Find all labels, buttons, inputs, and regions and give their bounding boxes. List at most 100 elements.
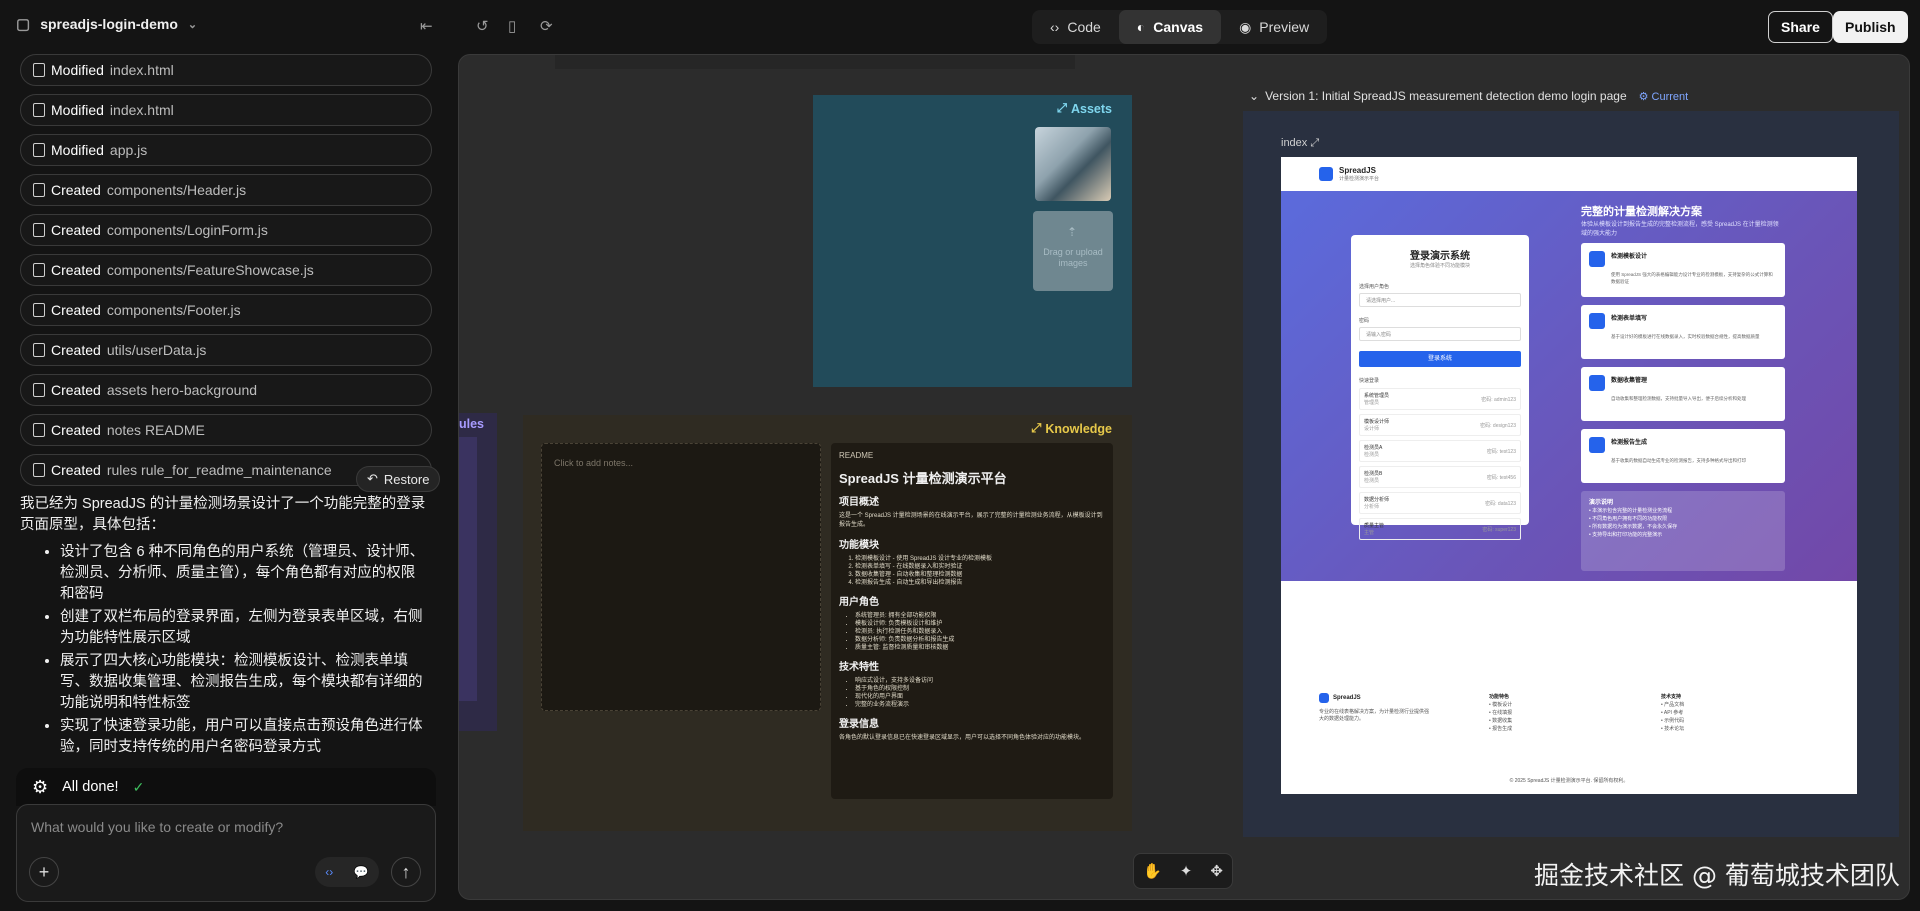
readme-card[interactable]: README SpreadJS 计量检测演示平台 项目概述 这是一个 Sprea… bbox=[831, 443, 1113, 799]
history-icon[interactable]: ↺ bbox=[476, 17, 489, 35]
share-button[interactable]: Share bbox=[1768, 11, 1833, 43]
readme-heading: 用户角色 bbox=[839, 597, 879, 608]
collapse-panel-icon[interactable]: ⇤ bbox=[420, 17, 433, 35]
history-item[interactable]: Modified index.html bbox=[20, 94, 432, 126]
rules-frame[interactable]: ules bbox=[459, 413, 497, 731]
feature-card: 检测表单填写 基于设计好的模板进行在线数据录入，实时校验数据合规性，提高数据质量 bbox=[1581, 305, 1785, 359]
history-item[interactable]: Created utils/userData.js bbox=[20, 334, 432, 366]
feature-card: 数据收集管理 自动收集和整理检测数据，支持批量导入导出，便于后续分析和处理 bbox=[1581, 367, 1785, 421]
readme-heading: 登录信息 bbox=[839, 719, 879, 730]
tab-preview[interactable]: ◉ Preview bbox=[1221, 10, 1327, 44]
version-header[interactable]: ⌄ Version 1: Initial SpreadJS measuremen… bbox=[1249, 89, 1688, 103]
footer-link[interactable]: • API 参考 bbox=[1661, 709, 1684, 717]
password-field[interactable]: 请输入密码 bbox=[1359, 327, 1521, 341]
feature-card: 检测报告生成 基于收集的数据自动生成专业的检测报告，支持多种格式导出和打印 bbox=[1581, 429, 1785, 483]
quick-role-item[interactable]: 检测员A 检测员 密码: test123 bbox=[1359, 440, 1521, 462]
tab-code[interactable]: ‹› Code bbox=[1032, 10, 1119, 44]
assistant-message: 我已经为 SpreadJS 的计量检测场景设计了一个功能完整的登录页面原型，具体… bbox=[20, 494, 428, 760]
chevron-down-icon[interactable]: ⌄ bbox=[188, 18, 197, 31]
device-icon[interactable]: ▯ bbox=[508, 17, 516, 35]
send-button[interactable]: ↑ bbox=[391, 857, 421, 887]
index-label-text: index bbox=[1281, 137, 1308, 149]
status-label: All done! bbox=[62, 779, 119, 795]
list-item: 质量主管: 监督检测质量和审核数据 bbox=[855, 644, 1105, 652]
expand-icon[interactable]: ⤢ bbox=[1310, 137, 1319, 149]
login-page-preview[interactable]: SpreadJS 计量检测演示平台 登录演示系统 选择角色体验不同功能模块 选择… bbox=[1281, 157, 1857, 794]
assets-frame[interactable]: ⤢ Assets ⇡ Drag or upload images bbox=[813, 95, 1132, 387]
feature-title: 检测报告生成 bbox=[1611, 440, 1648, 446]
history-verb: Created bbox=[51, 422, 101, 438]
restore-button[interactable]: ↶ Restore bbox=[356, 466, 441, 492]
index-label[interactable]: index ⤢ bbox=[1281, 137, 1319, 150]
history-item[interactable]: Modified index.html bbox=[20, 54, 432, 86]
version-panel[interactable]: index ⤢ SpreadJS 计量检测演示平台 登录演示系统 选择角色体验不… bbox=[1243, 111, 1899, 837]
history-item[interactable]: Modified app.js bbox=[20, 134, 432, 166]
list-item: 数据分析师: 负责数据分析和报告生成 bbox=[855, 636, 1105, 644]
footer-link[interactable]: • 模板设计 bbox=[1489, 701, 1512, 709]
footer-link[interactable]: • 数据收集 bbox=[1489, 717, 1512, 725]
quick-role-item[interactable]: 系统管理员 管理员 密码: admin123 bbox=[1359, 388, 1521, 410]
project-name[interactable]: spreadjs-login-demo bbox=[40, 16, 178, 32]
chevron-down-icon[interactable]: ⌄ bbox=[1249, 89, 1259, 103]
history-item[interactable]: Created notes README bbox=[20, 414, 432, 446]
upload-dropzone[interactable]: ⇡ Drag or upload images bbox=[1033, 211, 1113, 291]
readme-roles: 系统管理员: 拥有全部功能权限 模板设计师: 负责模板设计和维护 检测员: 执行… bbox=[839, 612, 1105, 652]
footer-link[interactable]: • 技术论坛 bbox=[1661, 725, 1684, 733]
list-item: 完整的业务流程演示 bbox=[855, 701, 1105, 709]
prompt-input[interactable] bbox=[31, 815, 421, 839]
footer-link[interactable]: • 产品文档 bbox=[1661, 701, 1684, 709]
quick-role-item[interactable]: 质量主管 主管 密码: super123 bbox=[1359, 518, 1521, 540]
code-icon: ‹› bbox=[1050, 19, 1060, 35]
knowledge-tag[interactable]: ⤢ Knowledge bbox=[1031, 421, 1112, 436]
role-select[interactable]: 请选择用户... bbox=[1359, 293, 1521, 307]
assets-tag-label: Assets bbox=[1071, 101, 1112, 116]
hero-section: 登录演示系统 选择角色体验不同功能模块 选择用户角色 请选择用户... 密码 请… bbox=[1281, 191, 1857, 581]
footer-col-title: 功能特色 bbox=[1489, 694, 1510, 700]
code-mode-icon[interactable]: ‹› bbox=[325, 865, 333, 879]
list-item: 数据收集管理 - 自动收集和整理检测数据 bbox=[855, 571, 1105, 579]
mode-toggle[interactable]: ‹› 💬 bbox=[315, 857, 379, 887]
footer-link[interactable]: • 示例代码 bbox=[1661, 717, 1684, 725]
tab-canvas[interactable]: ◐ Canvas bbox=[1118, 10, 1222, 44]
quick-role-item[interactable]: 数据分析师 分析师 密码: data123 bbox=[1359, 492, 1521, 514]
quick-login-label: 快速登录 bbox=[1359, 378, 1380, 384]
footer-link[interactable]: • 报告生成 bbox=[1489, 725, 1512, 733]
knowledge-frame[interactable]: ⤢ Knowledge Click to add notes... README… bbox=[523, 415, 1132, 831]
add-attachment-button[interactable]: + bbox=[29, 857, 59, 887]
feature-desc: 使用 SpreadJS 强大的表格编辑能力设计专业的检测模板，支持复杂的公式计算… bbox=[1611, 272, 1773, 284]
tab-canvas-label: Canvas bbox=[1153, 19, 1204, 35]
history-item[interactable]: Created components/LoginForm.js bbox=[20, 214, 432, 246]
footer-link[interactable]: • 在线填报 bbox=[1489, 709, 1512, 717]
list-item: 实现了快速登录功能，用户可以直接点击预设角色进行体验，同时支持传统的用户名密码登… bbox=[60, 716, 428, 758]
login-button[interactable]: 登录系统 bbox=[1359, 351, 1521, 367]
file-icon bbox=[33, 223, 45, 237]
readme-tech: 响应式设计，支持多设备访问 基于角色的权限控制 现代化的用户界面 完整的业务流程… bbox=[839, 677, 1105, 709]
tab-preview-label: Preview bbox=[1259, 19, 1310, 35]
hand-icon[interactable]: ✋ bbox=[1143, 862, 1162, 880]
history-verb: Created bbox=[51, 222, 101, 238]
feature-icon bbox=[1589, 437, 1605, 453]
canvas-area[interactable]: ⤢ Assets ⇡ Drag or upload images ules ⤢ … bbox=[458, 54, 1910, 900]
rules-tag[interactable]: ules bbox=[459, 417, 484, 431]
history-item[interactable]: Created assets hero-background bbox=[20, 374, 432, 406]
refresh-icon[interactable]: ⟳ bbox=[540, 17, 553, 35]
demo-notes: 演示说明 • 本演示包含完整的计量检测业务流程 • 不同角色用户拥有不同的功能权… bbox=[1581, 491, 1785, 571]
feature-title: 检测模板设计 bbox=[1611, 254, 1648, 260]
notes-area[interactable]: Click to add notes... bbox=[541, 443, 821, 711]
sidebar-toggle-icon[interactable]: ▢ bbox=[16, 15, 30, 33]
footer-col-title: 技术支持 bbox=[1661, 694, 1682, 700]
chat-mode-icon[interactable]: 💬 bbox=[354, 865, 369, 879]
quick-role-item[interactable]: 模板设计师 设计师 密码: design123 bbox=[1359, 414, 1521, 436]
history-path: notes README bbox=[106, 422, 205, 438]
history-item[interactable]: Created components/Header.js bbox=[20, 174, 432, 206]
magic-select-icon[interactable]: ✦ bbox=[1180, 862, 1193, 880]
quick-role-item[interactable]: 检测员B 检测员 密码: test456 bbox=[1359, 466, 1521, 488]
hero-background-thumbnail[interactable] bbox=[1035, 127, 1111, 201]
history-item[interactable]: Created components/FeatureShowcase.js bbox=[20, 254, 432, 286]
assets-tag[interactable]: ⤢ Assets bbox=[1057, 101, 1112, 116]
move-icon[interactable]: ✥ bbox=[1210, 862, 1223, 880]
history-item[interactable]: Created components/Footer.js bbox=[20, 294, 432, 326]
file-icon bbox=[33, 343, 45, 357]
current-label: Current bbox=[1651, 90, 1689, 103]
publish-button[interactable]: Publish bbox=[1833, 11, 1908, 43]
